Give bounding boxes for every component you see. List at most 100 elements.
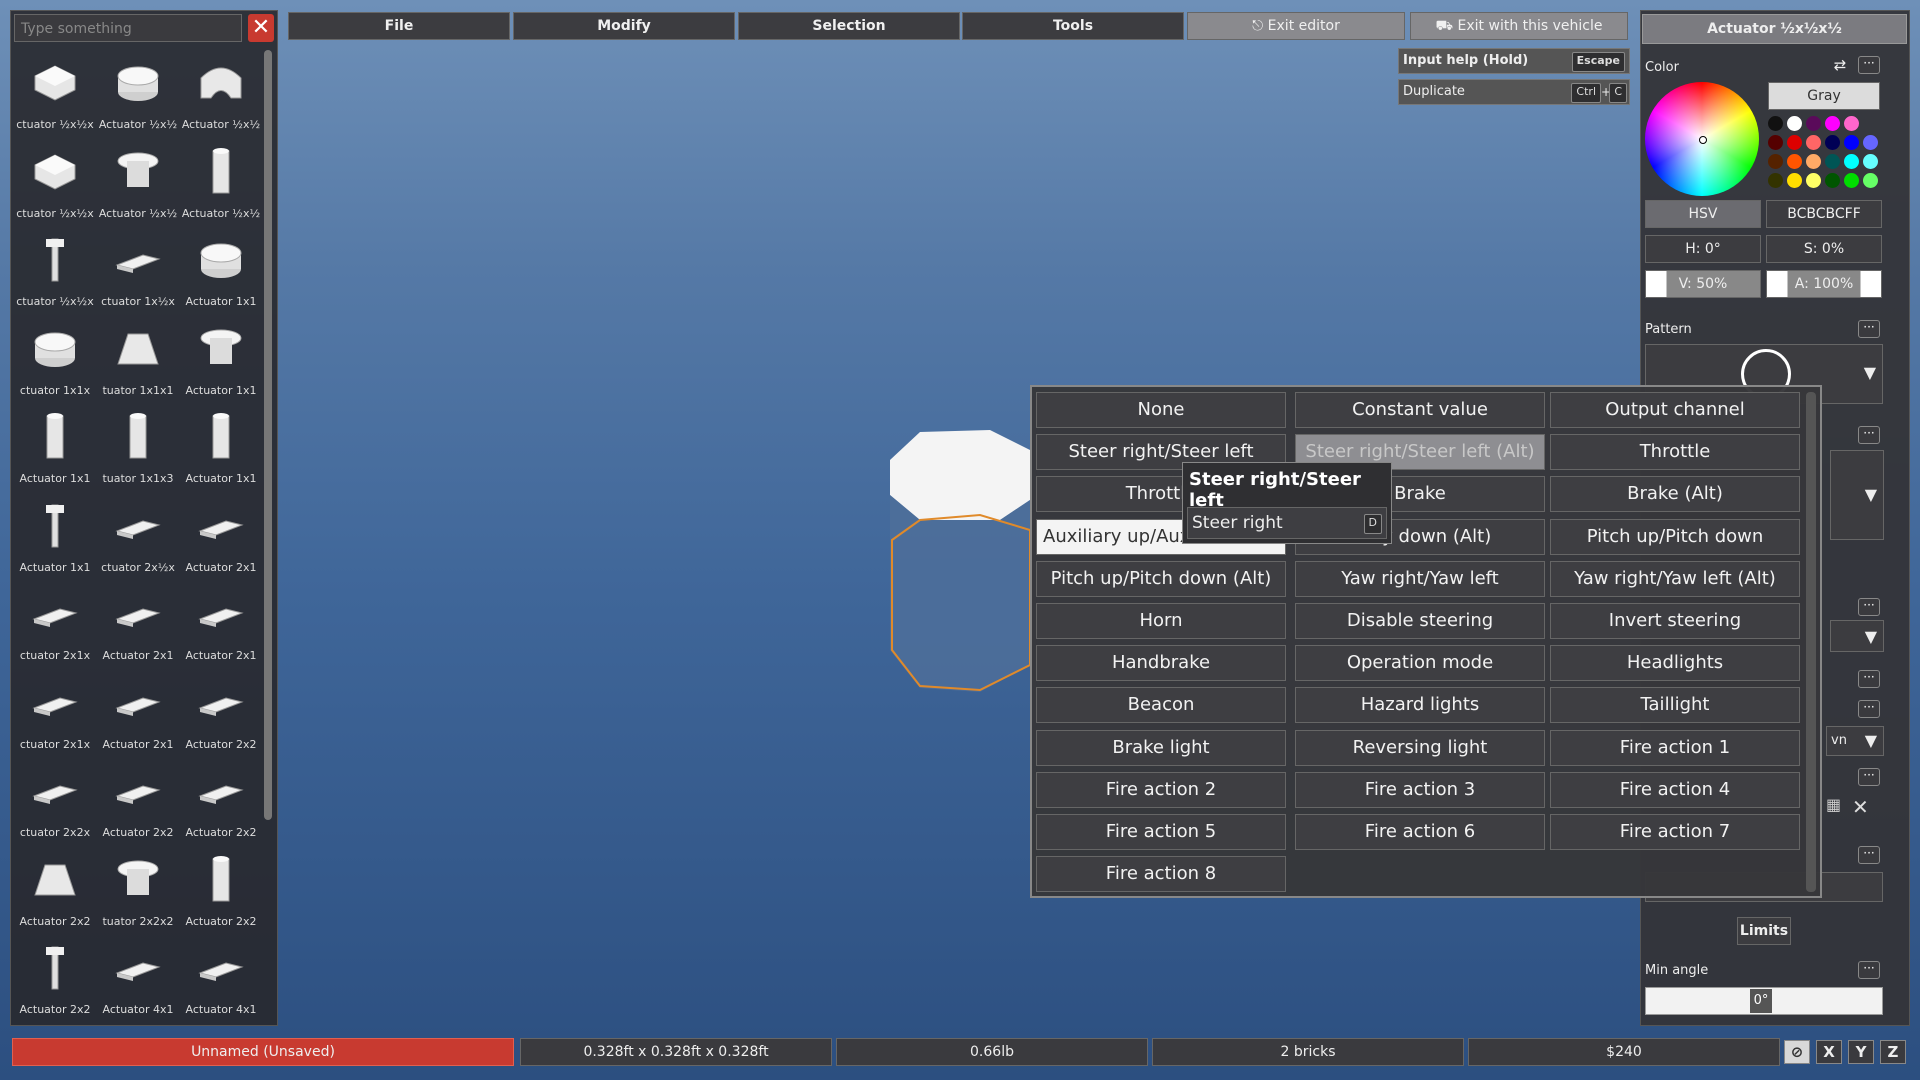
hsv-mode-button[interactable]: HSV bbox=[1645, 200, 1761, 228]
input-option[interactable]: Operation mode bbox=[1295, 645, 1545, 682]
brick-tile[interactable]: Actuator 2x1 bbox=[180, 495, 262, 583]
input-option[interactable]: Headlights bbox=[1550, 645, 1800, 682]
input-option[interactable]: Brake (Alt) bbox=[1550, 476, 1800, 513]
input-dropdown[interactable]: ▼ bbox=[1830, 450, 1884, 540]
hex-field[interactable]: BCBCBCFF bbox=[1766, 200, 1882, 228]
z-axis-icon[interactable]: Z bbox=[1880, 1040, 1906, 1064]
color-swatch[interactable] bbox=[1787, 173, 1802, 188]
input-option[interactable]: Fire action 5 bbox=[1036, 814, 1286, 850]
brick-tile[interactable]: ctuator 2x1x bbox=[14, 672, 96, 760]
brick-tile[interactable]: ctuator 1x½x bbox=[97, 229, 179, 317]
brick-tile[interactable]: Actuator 1x1 bbox=[180, 318, 262, 406]
brick-tile[interactable]: Actuator 2x2 bbox=[180, 760, 262, 848]
brick-tile[interactable]: Actuator 1x1 bbox=[180, 406, 262, 494]
options-icon[interactable]: ··· bbox=[1858, 700, 1880, 718]
input-option[interactable]: Hazard lights bbox=[1295, 687, 1545, 724]
brick-tile[interactable]: Actuator 4x1 bbox=[97, 937, 179, 1022]
pattern-options-icon[interactable]: ··· bbox=[1858, 320, 1880, 338]
brick-tile[interactable]: Actuator ½x½ bbox=[97, 141, 179, 229]
color-swatch[interactable] bbox=[1787, 116, 1802, 131]
color-swatch[interactable] bbox=[1825, 135, 1840, 150]
input-option[interactable]: Constant value bbox=[1295, 392, 1545, 428]
brick-tile[interactable]: tuator 1x1x1 bbox=[97, 318, 179, 406]
clear-search-icon[interactable]: ✕ bbox=[248, 14, 274, 42]
brick-tile[interactable]: Actuator ½x½ bbox=[180, 52, 262, 140]
input-option[interactable]: Output channel bbox=[1550, 392, 1800, 428]
options-icon[interactable]: ··· bbox=[1858, 768, 1880, 786]
limits-button[interactable]: Limits bbox=[1737, 917, 1791, 945]
input-option[interactable]: Yaw right/Yaw left bbox=[1295, 560, 1545, 597]
palette-scrollbar[interactable] bbox=[264, 50, 272, 820]
input-option[interactable]: Fire action 4 bbox=[1550, 771, 1800, 808]
color-swatch[interactable] bbox=[1806, 154, 1821, 169]
color-swatch[interactable] bbox=[1863, 154, 1878, 169]
color-options-icon[interactable]: ··· bbox=[1858, 56, 1880, 74]
color-swatch[interactable] bbox=[1787, 154, 1802, 169]
brick-tile[interactable]: Actuator 2x1 bbox=[97, 583, 179, 671]
color-swatch[interactable] bbox=[1825, 173, 1840, 188]
color-swatch[interactable] bbox=[1844, 116, 1859, 131]
input-option[interactable]: Pitch up/Pitch down (Alt) bbox=[1036, 560, 1286, 597]
color-swatch[interactable] bbox=[1825, 116, 1840, 131]
brick-tile[interactable]: Actuator 2x1 bbox=[97, 672, 179, 760]
selection-menu-button[interactable]: Selection bbox=[738, 12, 960, 40]
brick-tile[interactable]: Actuator 2x1 bbox=[180, 583, 262, 671]
saturation-field[interactable]: S: 0% bbox=[1766, 235, 1882, 263]
color-swatch[interactable] bbox=[1806, 173, 1821, 188]
input-option[interactable]: Disable steering bbox=[1295, 603, 1545, 639]
brick-tile[interactable]: tuator 1x1x3 bbox=[97, 406, 179, 494]
color-name-button[interactable]: Gray bbox=[1768, 82, 1880, 110]
input-option[interactable]: Fire action 2 bbox=[1036, 771, 1286, 808]
color-swatch[interactable] bbox=[1768, 173, 1783, 188]
close-icon[interactable]: ✕ bbox=[1852, 795, 1876, 819]
brick-tile[interactable]: Actuator 1x1 bbox=[180, 229, 262, 317]
brick-tile[interactable]: ctuator 1x1x bbox=[14, 318, 96, 406]
exit-with-vehicle-button[interactable]: ⛟ Exit with this vehicle bbox=[1410, 12, 1628, 40]
x-axis-icon[interactable]: X bbox=[1816, 1040, 1842, 1064]
color-swatch[interactable] bbox=[1844, 173, 1859, 188]
brick-tile[interactable]: ctuator ½x½x bbox=[14, 52, 96, 140]
color-picker-handle[interactable] bbox=[1699, 136, 1707, 144]
color-swatch[interactable] bbox=[1844, 135, 1859, 150]
swap-icon[interactable]: ⇄ bbox=[1830, 56, 1850, 74]
brick-tile[interactable]: ctuator 2x2x bbox=[14, 760, 96, 848]
color-swatch[interactable] bbox=[1806, 116, 1821, 131]
alpha-field[interactable]: A: 100% bbox=[1766, 270, 1882, 298]
input-option[interactable]: Fire action 3 bbox=[1295, 771, 1545, 808]
brick-tile[interactable]: Actuator ½x½ bbox=[180, 141, 262, 229]
options-icon[interactable]: ··· bbox=[1858, 598, 1880, 616]
color-swatch[interactable] bbox=[1787, 135, 1802, 150]
search-input[interactable]: Type something bbox=[14, 14, 242, 42]
tools-menu-button[interactable]: Tools bbox=[962, 12, 1184, 40]
input-option[interactable]: Yaw right/Yaw left (Alt) bbox=[1550, 560, 1800, 597]
input-option[interactable]: Fire action 8 bbox=[1036, 856, 1286, 893]
color-swatch[interactable] bbox=[1768, 116, 1783, 131]
input-option[interactable]: Fire action 7 bbox=[1550, 814, 1800, 850]
min-angle-value[interactable]: 0° bbox=[1750, 989, 1772, 1013]
color-swatch[interactable] bbox=[1863, 173, 1878, 188]
vehicle-name-status[interactable]: Unnamed (Unsaved) bbox=[12, 1038, 514, 1066]
y-axis-icon[interactable]: Y bbox=[1848, 1040, 1874, 1064]
partial-dropdown[interactable]: vn ▼ bbox=[1826, 726, 1884, 756]
file-menu-button[interactable]: File bbox=[288, 12, 510, 40]
brick-tile[interactable]: tuator 2x2x2 bbox=[97, 849, 179, 937]
input-option[interactable]: Taillight bbox=[1550, 687, 1800, 724]
brick-tile[interactable]: ctuator 2x½x bbox=[97, 495, 179, 583]
brick-tile[interactable]: Actuator 2x2 bbox=[14, 937, 96, 1022]
input-option[interactable]: Invert steering bbox=[1550, 603, 1800, 639]
brick-tile[interactable]: ctuator ½x½x bbox=[14, 141, 96, 229]
input-option[interactable]: Fire action 1 bbox=[1550, 729, 1800, 766]
brick-tile[interactable]: Actuator ½x½ bbox=[97, 52, 179, 140]
brick-tile[interactable]: Actuator 2x2 bbox=[180, 849, 262, 937]
value-field[interactable]: V: 50% bbox=[1645, 270, 1761, 298]
input-option[interactable]: Brake light bbox=[1036, 729, 1286, 766]
input-option[interactable]: None bbox=[1036, 392, 1286, 428]
input-option[interactable]: Throttle bbox=[1550, 434, 1800, 471]
input-option[interactable]: Handbrake bbox=[1036, 645, 1286, 682]
mirror-toggle-icon[interactable]: ⊘ bbox=[1784, 1040, 1810, 1064]
options-icon[interactable]: ··· bbox=[1858, 426, 1880, 444]
color-swatch[interactable] bbox=[1863, 135, 1878, 150]
color-swatch[interactable] bbox=[1806, 135, 1821, 150]
brick-tile[interactable]: Actuator 2x2 bbox=[180, 672, 262, 760]
color-swatch[interactable] bbox=[1844, 154, 1859, 169]
